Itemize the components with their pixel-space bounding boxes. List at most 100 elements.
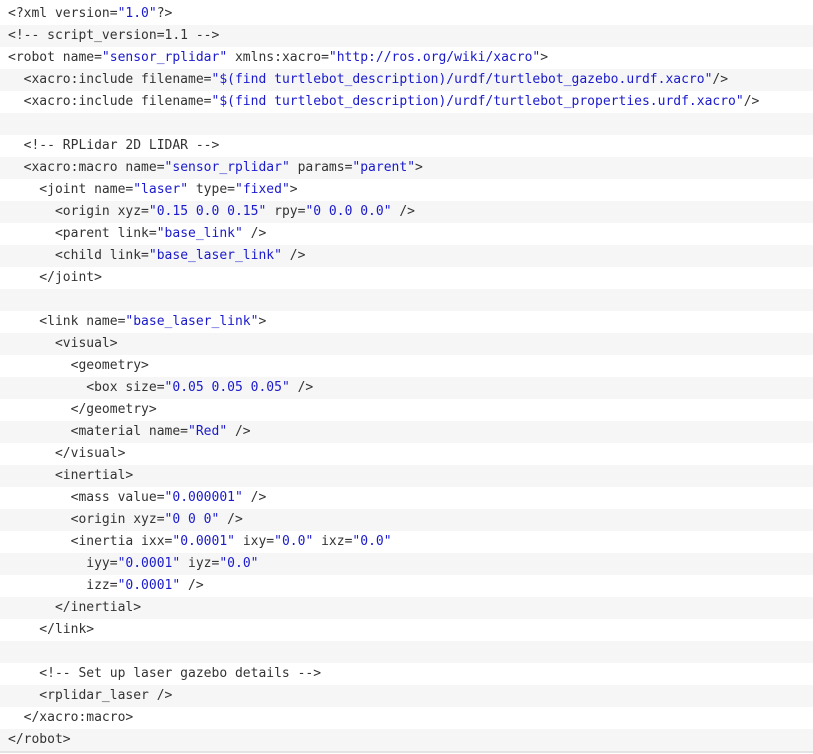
attribute-value: "$(find turtlebot_description)/urdf/turt… xyxy=(211,94,744,109)
code-text: <robot name= xyxy=(8,50,102,65)
code-line: </visual> xyxy=(0,443,813,465)
code-line: <geometry> xyxy=(0,355,813,377)
code-text: <inertia ixx= xyxy=(8,534,173,549)
attribute-value: "sensor_rplidar" xyxy=(164,160,290,175)
attribute-value: "0.0" xyxy=(352,534,392,549)
code-text: > xyxy=(540,50,549,65)
code-text: <!-- RPLidar 2D LIDAR --> xyxy=(8,138,220,153)
attribute-value: "0.0001" xyxy=(117,556,181,571)
attribute-value: "0.0" xyxy=(274,534,314,549)
code-text: <xacro:macro name= xyxy=(8,160,165,175)
code-line: <child link="base_laser_link" /> xyxy=(0,245,813,267)
code-text: <link name= xyxy=(8,314,126,329)
attribute-value: "0.15 0.0 0.15" xyxy=(148,204,267,219)
code-text: <parent link= xyxy=(8,226,157,241)
attribute-value: "$(find turtlebot_description)/urdf/turt… xyxy=(211,72,713,87)
code-text: type= xyxy=(188,182,235,197)
code-line: <visual> xyxy=(0,333,813,355)
code-line: <xacro:include filename="$(find turtlebo… xyxy=(0,91,813,113)
code-line: </xacro:macro> xyxy=(0,707,813,729)
code-line: <!-- Set up laser gazebo details --> xyxy=(0,663,813,685)
attribute-value: "base_laser_link" xyxy=(148,248,282,263)
attribute-value: "0 0 0" xyxy=(164,512,220,527)
code-line: izz="0.0001" /> xyxy=(0,575,813,597)
code-line: <material name="Red" /> xyxy=(0,421,813,443)
code-line: <?xml version="1.0"?> xyxy=(0,3,813,25)
attribute-value: "0 0.0 0.0" xyxy=(305,204,392,219)
code-text: /> xyxy=(242,490,267,505)
code-text: <?xml version= xyxy=(8,6,118,21)
code-text: rpy= xyxy=(266,204,306,219)
code-text: /> xyxy=(391,204,416,219)
code-line: </joint> xyxy=(0,267,813,289)
code-line: <inertia ixx="0.0001" ixy="0.0" ixz="0.0… xyxy=(0,531,813,553)
attribute-value: "base_laser_link" xyxy=(125,314,259,329)
code-line xyxy=(0,113,813,135)
code-line: </geometry> xyxy=(0,399,813,421)
code-line: <origin xyz="0 0 0" /> xyxy=(0,509,813,531)
code-text: /> xyxy=(180,578,204,593)
attribute-value: "base_link" xyxy=(156,226,243,241)
attribute-value: "sensor_rplidar" xyxy=(101,50,228,65)
code-text: </inertial> xyxy=(8,600,142,615)
code-text: /> xyxy=(219,512,243,527)
code-text: </visual> xyxy=(8,446,126,461)
code-line: <parent link="base_link" /> xyxy=(0,223,813,245)
code-text: <rplidar_laser /> xyxy=(8,688,173,703)
attribute-value: "0.000001" xyxy=(164,490,243,505)
code-text: <visual> xyxy=(8,336,118,351)
code-text: ?> xyxy=(156,6,173,21)
code-text: <!-- script_version=1.1 --> xyxy=(8,28,220,43)
code-line: </robot> xyxy=(0,729,813,751)
code-text: </joint> xyxy=(8,270,102,285)
attribute-value: "laser" xyxy=(133,182,189,197)
code-text: /> xyxy=(281,248,306,263)
attribute-value: "0.0001" xyxy=(117,578,181,593)
code-line xyxy=(0,289,813,311)
code-line xyxy=(0,641,813,663)
attribute-value: "0.0" xyxy=(219,556,259,571)
code-text: <geometry> xyxy=(8,358,149,373)
code-text: <xacro:include filename= xyxy=(8,94,212,109)
code-line: <!-- script_version=1.1 --> xyxy=(0,25,813,47)
code-line: <inertial> xyxy=(0,465,813,487)
code-text: izz= xyxy=(8,578,118,593)
code-line: <box size="0.05 0.05 0.05" /> xyxy=(0,377,813,399)
code-text: > xyxy=(258,314,267,329)
code-text: /> xyxy=(227,424,251,439)
code-text: <xacro:include filename= xyxy=(8,72,212,87)
code-text: <material name= xyxy=(8,424,189,439)
attribute-value: "fixed" xyxy=(235,182,290,197)
code-line: <xacro:macro name="sensor_rplidar" param… xyxy=(0,157,813,179)
bottom-border xyxy=(0,751,813,753)
attribute-value: "0.0001" xyxy=(172,534,235,549)
code-text: </robot> xyxy=(8,732,71,747)
code-text: iyy= xyxy=(8,556,118,571)
code-text: <mass value= xyxy=(8,490,165,505)
attribute-value: "1.0" xyxy=(117,6,157,21)
code-line: <link name="base_laser_link"> xyxy=(0,311,813,333)
code-line: </link> xyxy=(0,619,813,641)
attribute-value: "Red" xyxy=(188,424,228,439)
attribute-value: "0.05 0.05 0.05" xyxy=(164,380,290,395)
code-line: <mass value="0.000001" /> xyxy=(0,487,813,509)
code-line: <origin xyz="0.15 0.0 0.15" rpy="0 0.0 0… xyxy=(0,201,813,223)
code-text: xmlns:xacro= xyxy=(227,50,329,65)
code-text: /> xyxy=(289,380,314,395)
code-line: <!-- RPLidar 2D LIDAR --> xyxy=(0,135,813,157)
code-text: <inertial> xyxy=(8,468,134,483)
code-text: <child link= xyxy=(8,248,149,263)
code-text: <joint name= xyxy=(8,182,134,197)
code-line: <robot name="sensor_rplidar" xmlns:xacro… xyxy=(0,47,813,69)
code-text: /> xyxy=(242,226,267,241)
code-line: </inertial> xyxy=(0,597,813,619)
code-line: <xacro:include filename="$(find turtlebo… xyxy=(0,69,813,91)
code-text: /> xyxy=(712,72,729,87)
code-line: iyy="0.0001" iyz="0.0" xyxy=(0,553,813,575)
code-text: > xyxy=(289,182,298,197)
code-text: <box size= xyxy=(8,380,165,395)
code-text: ixy= xyxy=(235,534,275,549)
code-text: iyz= xyxy=(180,556,220,571)
code-text: ixz= xyxy=(313,534,353,549)
code-line: <rplidar_laser /> xyxy=(0,685,813,707)
